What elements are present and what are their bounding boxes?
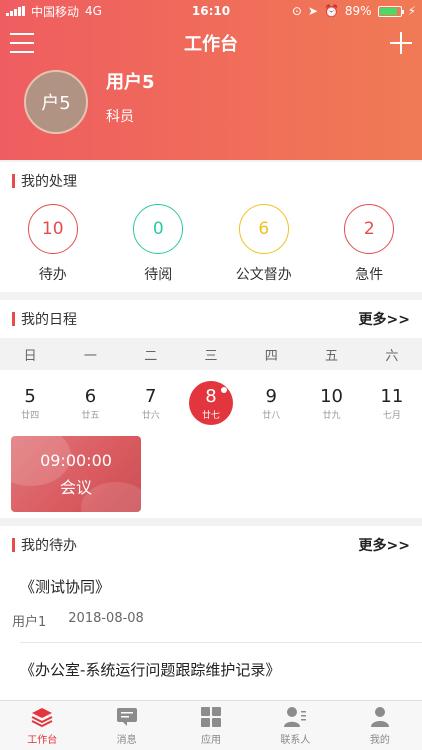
page-title: 工作台 <box>184 34 238 55</box>
processing-card: 我的处理 10 待办 0 待阅 6 公文督办 2 急件 <box>0 162 422 292</box>
message-icon <box>116 707 137 726</box>
tab-contacts[interactable]: 联系人 <box>253 701 337 750</box>
weekday-label: 一 <box>83 348 97 364</box>
processing-stats: 10 待办 0 待阅 6 公文督办 2 急件 <box>0 200 422 284</box>
stat-count: 10 <box>27 204 78 254</box>
todo-title: 《办公室-系统运行问题跟踪维护记录》 <box>20 661 281 679</box>
stat-document-supervision[interactable]: 6 公文督办 <box>224 204 304 284</box>
avatar[interactable]: 户5 <box>24 70 88 134</box>
lunar-date: 七月 <box>382 410 401 421</box>
calendar-day[interactable]: 10 廿九 <box>301 381 361 425</box>
event-time: 09:00:00 <box>40 450 112 470</box>
user-name: 用户5 <box>106 72 155 93</box>
week-days: 5 廿四 6 廿五 7 廿六 8 廿七 9 廿八 10 廿九 11 七月 <box>0 370 422 436</box>
calendar-day[interactable]: 7 廿六 <box>121 381 181 425</box>
tab-label: 应用 <box>201 734 222 746</box>
weekday-label: 六 <box>385 348 399 364</box>
day-number: 9 <box>265 385 277 407</box>
weekday-label: 二 <box>144 348 158 364</box>
stat-count: 2 <box>344 204 395 254</box>
todo-item[interactable]: 《办公室-系统运行问题跟踪维护记录》 <box>0 643 422 680</box>
weekday-label: 日 <box>23 348 37 364</box>
todo-item[interactable]: 《测试协同》 用户1 2018-08-08 <box>0 564 422 630</box>
tab-workbench[interactable]: 工作台 <box>0 701 84 750</box>
tab-label: 工作台 <box>27 734 58 746</box>
calendar-day[interactable]: 9 廿八 <box>241 381 301 425</box>
navbar: 工作台 <box>0 22 422 64</box>
tab-apps[interactable]: 应用 <box>169 701 253 750</box>
status-bar: 中国移动 4G 16:10 ⊙ ➤ ⏰ 89% ⚡ <box>0 0 422 22</box>
contacts-icon <box>284 706 307 727</box>
weekday-label: 五 <box>325 348 339 364</box>
schedule-title: 我的日程 <box>12 309 77 329</box>
stat-label: 急件 <box>355 267 384 283</box>
weekday-label: 三 <box>204 348 218 364</box>
add-icon[interactable] <box>390 32 412 54</box>
stat-label: 公文督办 <box>235 267 292 283</box>
lunar-date: 廿六 <box>141 410 160 421</box>
header: 中国移动 4G 16:10 ⊙ ➤ ⏰ 89% ⚡ 工作台 户5 用户5 科员 <box>0 0 422 160</box>
profile[interactable]: 户5 用户5 科员 <box>0 64 422 140</box>
lunar-date: 廿五 <box>81 410 100 421</box>
weekday-header: 日 一 二 三 四 五 六 <box>0 338 422 370</box>
lunar-date: 廿九 <box>322 410 341 421</box>
stat-label: 待阅 <box>144 267 173 283</box>
day-number: 5 <box>24 385 36 407</box>
stat-urgent[interactable]: 2 急件 <box>329 204 409 284</box>
calendar-day[interactable]: 5 廿四 <box>0 381 60 425</box>
battery-icon <box>377 5 404 17</box>
user-role: 科员 <box>106 109 134 125</box>
event-dot <box>220 387 227 393</box>
todo-date: 2018-08-08 <box>68 611 144 626</box>
todos-card: 我的待办 更多>> 《测试协同》 用户1 2018-08-08 《办公室-系统运… <box>0 526 422 700</box>
event-title: 会议 <box>59 477 92 497</box>
layers-icon <box>31 707 53 727</box>
lunar-date: 廿七 <box>201 410 220 421</box>
todos-title: 我的待办 <box>12 535 77 555</box>
schedule-event-card[interactable]: 09:00:00 会议 <box>11 436 141 512</box>
todo-title: 《测试协同》 <box>20 578 111 596</box>
tab-messages[interactable]: 消息 <box>84 701 168 750</box>
day-number: 7 <box>144 385 157 407</box>
day-number: 10 <box>320 385 343 407</box>
calendar-day-selected[interactable]: 8 廿七 <box>181 381 241 425</box>
stat-todo[interactable]: 10 待办 <box>13 204 93 284</box>
stat-count: 6 <box>238 204 289 254</box>
weekday-label: 四 <box>264 348 278 364</box>
day-number: 8 <box>205 385 217 407</box>
lunar-date: 廿四 <box>21 410 40 421</box>
todo-user: 用户1 <box>12 615 47 630</box>
tab-label: 我的 <box>369 734 390 746</box>
stat-count: 0 <box>133 204 184 254</box>
tab-label: 消息 <box>116 734 137 746</box>
lunar-date: 廿八 <box>262 410 281 421</box>
person-icon <box>370 706 389 727</box>
calendar-day[interactable]: 6 廿五 <box>60 381 120 425</box>
processing-title: 我的处理 <box>12 171 77 191</box>
day-number: 11 <box>380 385 404 407</box>
todos-more-link[interactable]: 更多>> <box>359 535 410 555</box>
stat-label: 待办 <box>38 267 67 283</box>
calendar-day[interactable]: 11 七月 <box>362 381 422 425</box>
tab-bar: 工作台 消息 应用 联系人 我的 <box>0 700 422 750</box>
tab-mine[interactable]: 我的 <box>338 701 422 750</box>
stat-to-read[interactable]: 0 待阅 <box>118 204 198 284</box>
schedule-more-link[interactable]: 更多>> <box>359 309 410 329</box>
day-number: 6 <box>84 385 97 407</box>
tab-label: 联系人 <box>280 734 311 746</box>
grid-icon <box>201 706 222 727</box>
clock: 16:10 <box>191 4 231 18</box>
menu-icon[interactable] <box>10 33 34 53</box>
